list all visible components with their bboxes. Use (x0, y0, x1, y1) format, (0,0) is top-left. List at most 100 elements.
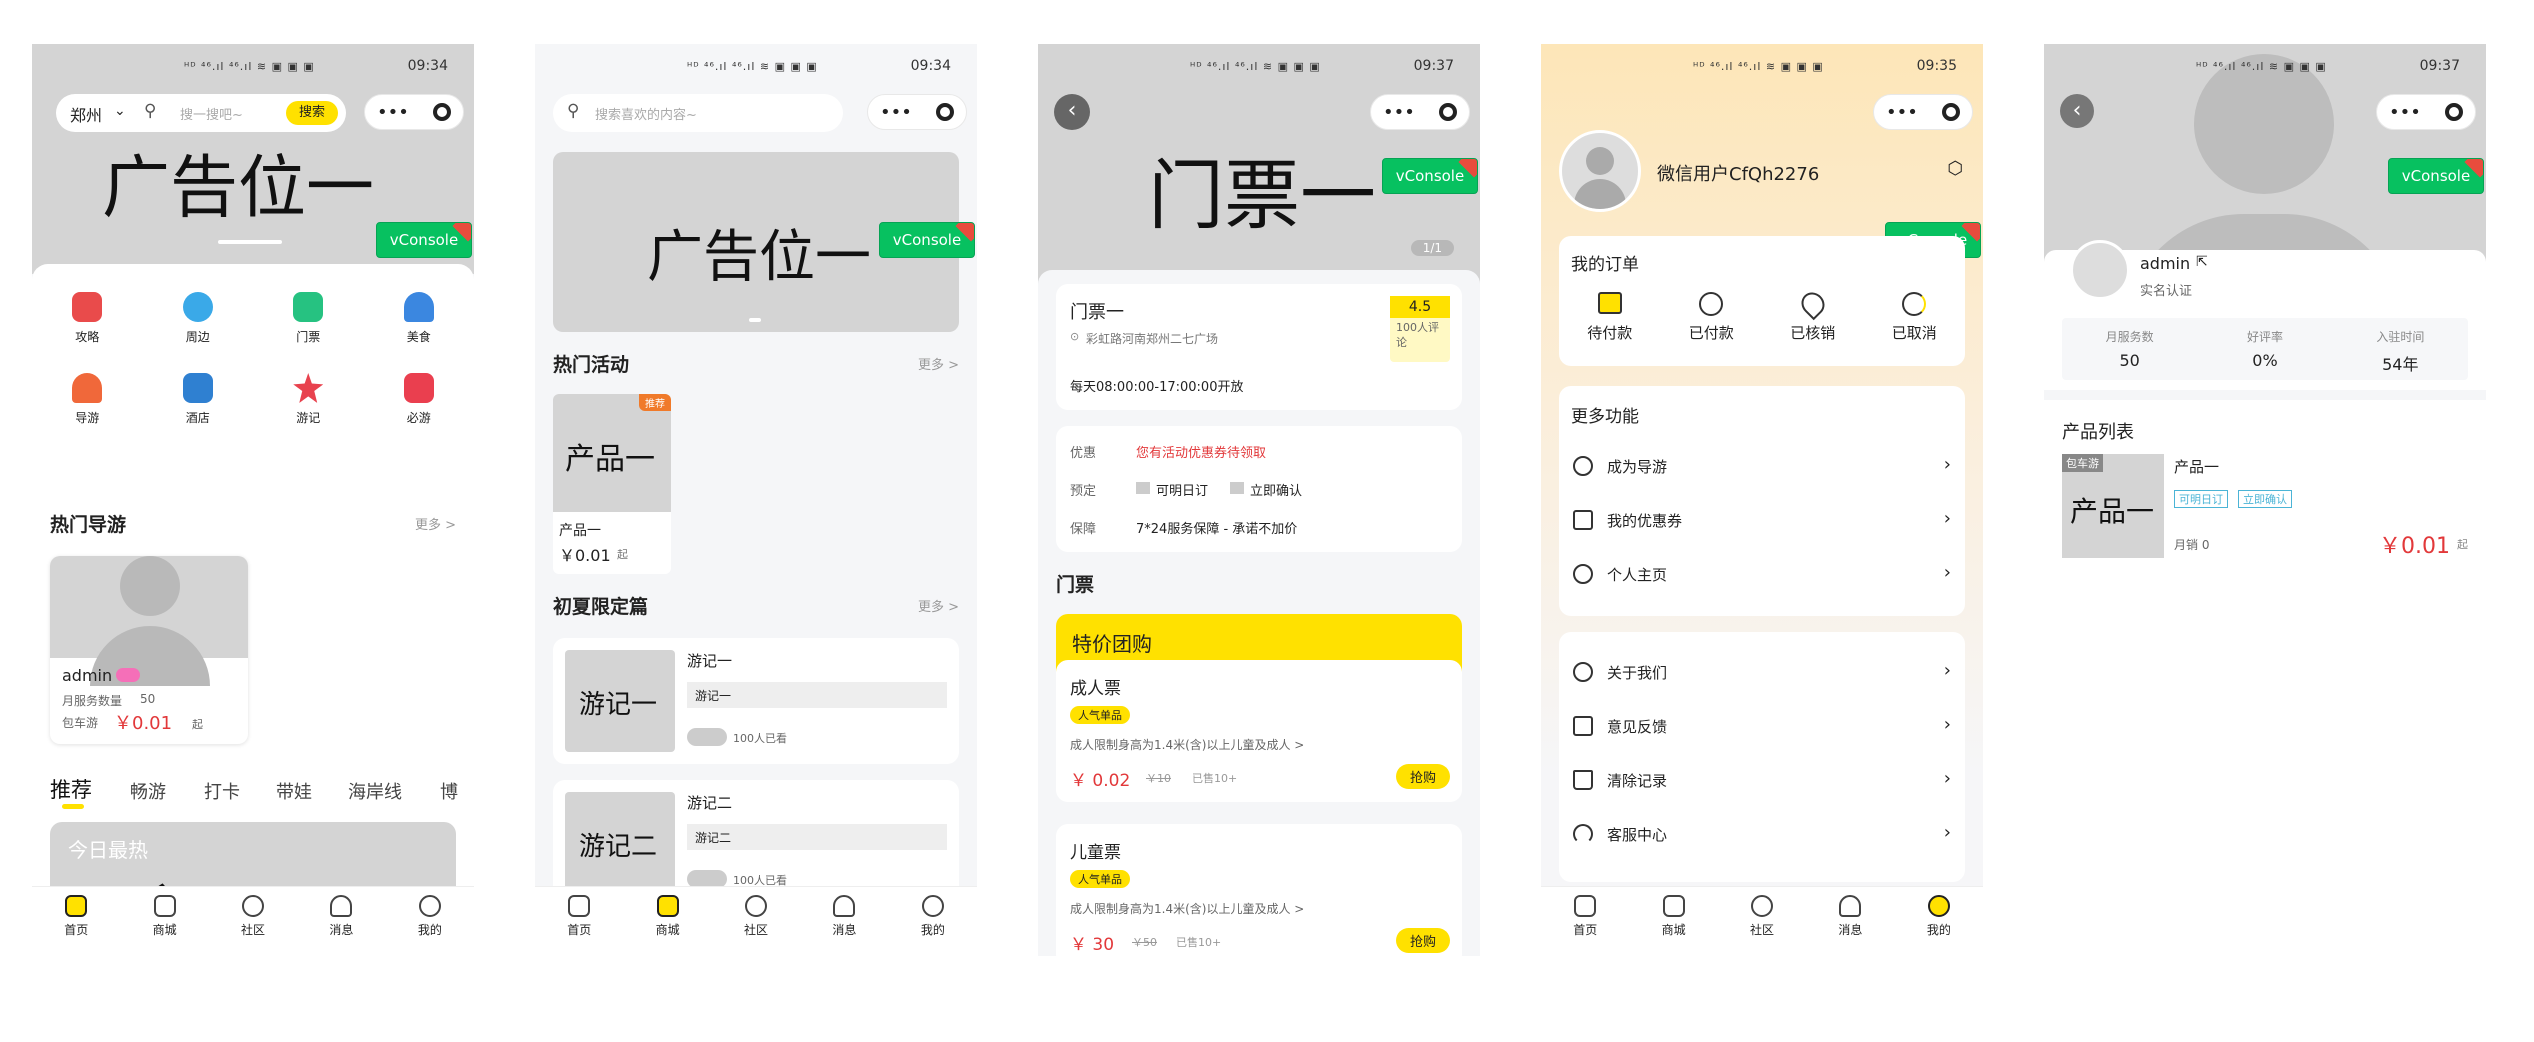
order-cancelled[interactable]: 已取消 (1892, 292, 1937, 343)
ticket-item[interactable]: 儿童票 人气单品 成人限制身高为1.4米(含)以上儿童及成人 > ￥ 30 ￥5… (1056, 824, 1462, 956)
chevron-right-icon: › (1943, 660, 1951, 681)
promo-text[interactable]: 您有活动优惠券待领取 (1136, 442, 1266, 461)
tab-community[interactable]: 社区 (712, 887, 800, 956)
menu-become-guide[interactable]: 成为导游 › (1559, 440, 1965, 494)
tab-checkin[interactable]: 打卡 (204, 778, 240, 804)
ticket-address[interactable]: 彩虹路河南郑州二七广场 (1086, 330, 1218, 347)
search-bar[interactable]: ⚲ 搜索喜欢的内容~ (553, 94, 843, 132)
vconsole-button[interactable]: vConsole (1382, 158, 1478, 194)
search-input[interactable]: 搜索喜欢的内容~ (595, 104, 697, 123)
tab-home[interactable]: 首页 (1541, 887, 1629, 956)
category-food[interactable]: 美食 (364, 292, 475, 345)
tab-home[interactable]: 首页 (32, 887, 120, 956)
buy-button[interactable]: 抢购 (1395, 764, 1450, 789)
category-label: 美食 (406, 330, 431, 344)
more-icon[interactable]: ••• (2389, 102, 2421, 123)
calendar-icon (1136, 482, 1150, 494)
user-icon (921, 895, 944, 917)
menu-profile-page[interactable]: 个人主页 › (1559, 548, 1965, 602)
buy-button[interactable]: 抢购 (1395, 928, 1450, 953)
category-nearby[interactable]: 周边 (143, 292, 254, 345)
tab-travel[interactable]: 畅游 (130, 778, 166, 804)
more-link[interactable]: 更多 > (415, 514, 456, 533)
share-icon[interactable]: ⇱ (2196, 254, 2208, 270)
category-must-visit[interactable]: 必游 (364, 373, 475, 426)
mini-program-capsule[interactable]: ••• (867, 94, 967, 130)
order-pending-payment[interactable]: 待付款 (1587, 292, 1632, 343)
tab-mall[interactable]: 商城 (1629, 887, 1717, 956)
category-guide[interactable]: 攻略 (32, 292, 143, 345)
order-paid[interactable]: 已付款 (1689, 292, 1734, 343)
close-icon[interactable] (1941, 103, 1960, 121)
note-card[interactable]: 游记一 游记一 游记一 100人已看 (553, 638, 959, 764)
mini-program-capsule[interactable]: ••• (364, 94, 464, 130)
mini-program-capsule[interactable]: ••• (2376, 94, 2476, 130)
bell-icon (330, 895, 353, 917)
orders-title[interactable]: 我的订单 (1571, 250, 1639, 275)
more-icon[interactable]: ••• (880, 102, 912, 123)
more-link[interactable]: 更多 > (918, 596, 959, 615)
back-button[interactable]: ‹ (1054, 94, 1090, 130)
back-button[interactable]: ‹ (2060, 94, 2094, 128)
tab-messages[interactable]: 消息 (297, 887, 385, 956)
guide-type: 包车游 (62, 716, 99, 730)
settings-icon[interactable]: ⬡ (1947, 158, 1963, 179)
screen-guide-detail: ᴴᴰ ⁴⁶.ıl ⁴⁶.ıl ≋ ▣ ▣ ▣ 09:37 ‹ ••• vCons… (2044, 44, 2486, 956)
city-select[interactable]: 郑州 (70, 102, 102, 126)
category-tour-guide[interactable]: 导游 (32, 373, 143, 426)
vconsole-button[interactable]: vConsole (879, 222, 975, 258)
ticket-item-desc[interactable]: 成人限制身高为1.4米(含)以上儿童及成人 > (1070, 736, 1304, 753)
close-icon[interactable] (2444, 103, 2463, 121)
close-icon[interactable] (432, 103, 451, 121)
more-icon[interactable]: ••• (1383, 102, 1415, 123)
score-box[interactable]: 4.5 100人评论 (1390, 296, 1450, 362)
tab-mine[interactable]: 我的 (889, 887, 977, 956)
tab-mall[interactable]: 商城 (623, 887, 711, 956)
ticket-item[interactable]: 成人票 人气单品 成人限制身高为1.4米(含)以上儿童及成人 > ￥ 0.02 … (1056, 660, 1462, 802)
menu-my-coupons[interactable]: 我的优惠券 › (1559, 494, 1965, 548)
close-icon[interactable] (935, 103, 954, 121)
tab-community[interactable]: 社区 (209, 887, 297, 956)
tab-messages[interactable]: 消息 (1806, 887, 1894, 956)
product-card[interactable]: 产品一 推荐 产品一 ￥0.01 起 (553, 394, 671, 574)
tab-coast[interactable]: 海岸线 (348, 778, 402, 804)
tab-community[interactable]: 社区 (1718, 887, 1806, 956)
guide-card[interactable]: admin 月服务数量 50 包车游 ￥0.01 起 (50, 556, 248, 744)
tab-mall[interactable]: 商城 (120, 887, 208, 956)
menu-feedback[interactable]: 意见反馈 › (1559, 700, 1965, 754)
search-input[interactable]: 搜一搜吧~ (180, 104, 243, 123)
mini-program-capsule[interactable]: ••• (1370, 94, 1470, 130)
search-button[interactable]: 搜索 (286, 101, 338, 125)
menu-customer-service[interactable]: 客服中心 › (1559, 808, 1965, 862)
tab-mine[interactable]: 我的 (386, 887, 474, 956)
category-hotel[interactable]: 酒店 (143, 373, 254, 426)
vconsole-button[interactable]: vConsole (376, 222, 472, 258)
order-verified[interactable]: 已核销 (1790, 287, 1835, 343)
avatar[interactable] (1559, 130, 1641, 212)
community-icon (1751, 895, 1774, 917)
menu-clear-records[interactable]: 清除记录 › (1559, 754, 1965, 808)
status-time: 09:37 (2419, 58, 2460, 74)
search-bar[interactable]: 郑州 ⌄ ⚲ 搜一搜吧~ 搜索 (56, 94, 346, 132)
tab-mine[interactable]: 我的 (1895, 887, 1983, 956)
category-label: 必游 (406, 411, 431, 425)
ticket-item-desc[interactable]: 成人限制身高为1.4米(含)以上儿童及成人 > (1070, 900, 1304, 917)
guide-info: admin ⇱ 实名认证 月服务数 50 好评率 0% 入驻时间 54年 (2044, 240, 2486, 400)
tab-home[interactable]: 首页 (535, 887, 623, 956)
category-notes[interactable]: 游记 (253, 373, 364, 426)
menu-about-us[interactable]: 关于我们 › (1559, 646, 1965, 700)
more-link[interactable]: 更多 > (918, 354, 959, 373)
tab-label: 我的 (920, 923, 945, 937)
more-icon[interactable]: ••• (1886, 102, 1918, 123)
recommend-badge: 推荐 (639, 394, 671, 411)
tab-recommend[interactable]: 推荐 (50, 774, 92, 804)
tab-messages[interactable]: 消息 (800, 887, 888, 956)
tab-museum[interactable]: 博 (440, 778, 458, 804)
vconsole-button[interactable]: vConsole (2388, 158, 2484, 194)
mini-program-capsule[interactable]: ••• (1873, 94, 1973, 130)
more-icon[interactable]: ••• (377, 102, 409, 123)
close-icon[interactable] (1438, 103, 1457, 121)
category-ticket[interactable]: 门票 (253, 292, 364, 345)
tab-kids[interactable]: 带娃 (276, 778, 312, 804)
product-list-item[interactable]: 产品一 包车游 产品一 可明日订 立即确认 月销 0 ￥0.01 起 (2062, 454, 2468, 560)
